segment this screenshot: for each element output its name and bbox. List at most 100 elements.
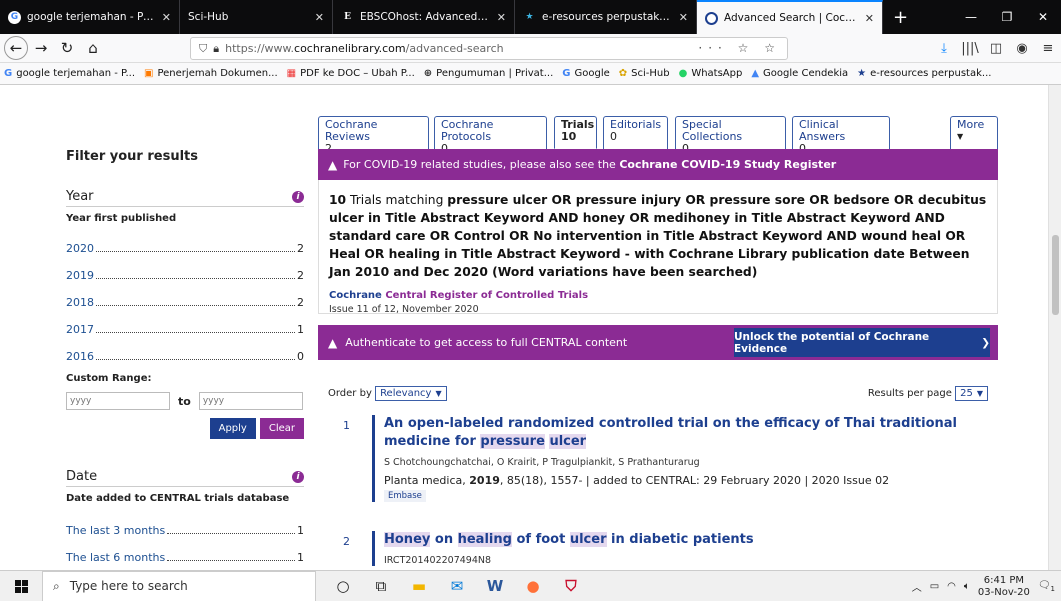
taskbar-search[interactable]: ⌕ Type here to search bbox=[42, 570, 316, 601]
bookmark-item[interactable]: ✿ Sci-Hub bbox=[619, 68, 670, 79]
browser-tab-google[interactable]: G google terjemahan - Penelusuri ✕ bbox=[0, 0, 180, 34]
title-highlight: healing bbox=[457, 532, 512, 547]
library-icon[interactable]: |||\ bbox=[957, 41, 983, 56]
order-by-select[interactable]: Relevancy ▼ bbox=[375, 386, 447, 401]
windows-start-icon[interactable] bbox=[0, 571, 42, 601]
filter-label[interactable]: 2017 bbox=[66, 323, 94, 336]
file-explorer-icon[interactable]: ▬ bbox=[406, 573, 432, 599]
notification-icon[interactable]: 🗨︎1 bbox=[1038, 580, 1055, 593]
tab-title: e-resources perpustakaan nasio bbox=[542, 11, 673, 23]
year-row-2018[interactable]: 2018 2 bbox=[66, 282, 304, 309]
bookmark-item[interactable]: ● WhatsApp bbox=[679, 68, 743, 79]
tab-trials[interactable]: Trials 10 bbox=[554, 116, 597, 149]
browser-tab-ebsco[interactable]: E EBSCOhost: Advanced Search ✕ bbox=[333, 0, 515, 34]
close-icon[interactable]: ✕ bbox=[679, 11, 688, 24]
browser-tab-scihub[interactable]: Sci-Hub ✕ bbox=[180, 0, 333, 34]
year-row-2016[interactable]: 2016 0 bbox=[66, 336, 304, 363]
results-per-page-select[interactable]: 25 ▼ bbox=[955, 386, 988, 401]
bookmark-label: Sci-Hub bbox=[631, 68, 670, 79]
forward-arrow-icon[interactable]: → bbox=[28, 35, 54, 61]
year-row-2020[interactable]: 2020 2 bbox=[66, 228, 304, 255]
account-icon[interactable]: ◉ bbox=[1009, 41, 1035, 56]
covid-register-link[interactable]: Cochrane COVID-19 Study Register bbox=[619, 158, 836, 171]
mail-icon[interactable]: ✉ bbox=[444, 573, 470, 599]
battery-icon[interactable]: ▭ bbox=[930, 581, 939, 592]
menu-icon[interactable]: ≡ bbox=[1035, 41, 1061, 56]
word-icon[interactable]: W bbox=[482, 573, 508, 599]
year-row-2019[interactable]: 2019 2 bbox=[66, 255, 304, 282]
volume-icon[interactable]: 🔈︎ bbox=[964, 581, 970, 592]
filter-label[interactable]: 2019 bbox=[66, 269, 94, 282]
year-to-input[interactable] bbox=[198, 392, 303, 410]
filter-label[interactable]: 2020 bbox=[66, 242, 94, 255]
ebsco-icon: E bbox=[344, 12, 351, 22]
chevron-up-icon[interactable]: ︿ bbox=[912, 579, 922, 594]
tab-clinical-answers[interactable]: Clinical Answers0 bbox=[792, 116, 890, 155]
source-journal: Planta medica, bbox=[384, 474, 470, 487]
apply-button[interactable]: Apply bbox=[209, 418, 256, 439]
bookmark-item[interactable]: ★ e-resources perpustak... bbox=[857, 68, 991, 79]
filter-label[interactable]: 2016 bbox=[66, 350, 94, 363]
firefox-icon[interactable]: ● bbox=[520, 573, 546, 599]
clock[interactable]: 6:41 PM 03-Nov-20 bbox=[978, 575, 1030, 599]
bookmark-item[interactable]: G Google bbox=[562, 68, 609, 79]
year-filter-header[interactable]: Year i bbox=[66, 189, 304, 207]
year-row-2017[interactable]: 2017 1 bbox=[66, 309, 304, 336]
cortana-icon[interactable]: ○ bbox=[330, 573, 356, 599]
title-highlight: ulcer bbox=[549, 434, 587, 449]
close-icon[interactable]: ✕ bbox=[162, 11, 171, 24]
close-icon[interactable]: ✕ bbox=[315, 11, 324, 24]
shield-icon[interactable]: ⛉ bbox=[199, 42, 207, 56]
lock-icon[interactable]: 🔒︎ bbox=[213, 42, 219, 56]
tab-more[interactable]: More ▼ bbox=[950, 116, 998, 149]
tab-editorials[interactable]: Editorials 0 bbox=[603, 116, 668, 149]
close-window-icon[interactable]: ✕ bbox=[1025, 0, 1061, 34]
bookmark-item[interactable]: ▦ PDF ke DOC – Ubah P... bbox=[287, 68, 415, 79]
result-title-link[interactable]: Honey on healing of foot ulcer in diabet… bbox=[384, 531, 982, 549]
tab-special-collections[interactable]: Special Collections0 bbox=[675, 116, 786, 155]
date-row-3-months[interactable]: The last 3 months 1 bbox=[66, 510, 304, 537]
bookmark-item[interactable]: Ggoogle terjemahan - P... bbox=[4, 68, 135, 79]
network-icon[interactable]: ◠ bbox=[947, 581, 956, 592]
tab-cochrane-protocols[interactable]: Cochrane Protocols0 bbox=[434, 116, 547, 155]
info-icon[interactable]: i bbox=[292, 470, 304, 483]
new-tab-button[interactable]: + bbox=[883, 0, 918, 34]
restore-icon[interactable]: ❐ bbox=[989, 0, 1025, 34]
info-icon[interactable]: i bbox=[292, 190, 304, 203]
close-icon[interactable]: ✕ bbox=[865, 12, 874, 25]
home-icon[interactable]: ⌂ bbox=[80, 35, 106, 61]
sidebar-icon[interactable]: ◫ bbox=[983, 41, 1009, 56]
year-from-input[interactable] bbox=[66, 392, 170, 410]
filter-count: 1 bbox=[297, 551, 304, 564]
tab-count: 0 bbox=[610, 130, 617, 143]
date-filter-header[interactable]: Date i bbox=[66, 469, 304, 487]
page-scrollbar[interactable] bbox=[1048, 85, 1061, 570]
browser-tab-eresources[interactable]: ★ e-resources perpustakaan nasio ✕ bbox=[515, 0, 697, 34]
filter-label[interactable]: 2018 bbox=[66, 296, 94, 309]
close-icon[interactable]: ✕ bbox=[497, 11, 506, 24]
date-row-6-months[interactable]: The last 6 months 1 bbox=[66, 537, 304, 564]
windows-taskbar: ⌕ Type here to search ○ ⧉ ▬ ✉ W ● ⛉ ︿ ▭ … bbox=[0, 570, 1061, 601]
filter-label[interactable]: The last 6 months bbox=[66, 551, 165, 564]
bookmark-item[interactable]: ▲ Google Cendekia bbox=[751, 68, 848, 79]
reload-icon[interactable]: ↻ bbox=[54, 35, 80, 61]
url-actions-icons[interactable]: ··· ☆ ☆ bbox=[698, 41, 781, 55]
filter-label[interactable]: The last 3 months bbox=[66, 524, 165, 537]
task-view-icon[interactable]: ⧉ bbox=[368, 573, 394, 599]
bookmark-item[interactable]: ⊕ Pengumuman | Privat... bbox=[424, 68, 554, 79]
bookmark-item[interactable]: ▣ Penerjemah Dokumen... bbox=[144, 68, 278, 79]
download-icon[interactable]: ⤓ bbox=[931, 41, 957, 56]
mcafee-icon[interactable]: ⛉ bbox=[558, 573, 584, 599]
scrollbar-thumb[interactable] bbox=[1052, 235, 1059, 315]
back-arrow-icon[interactable]: ← bbox=[4, 36, 28, 60]
minimize-icon[interactable]: — bbox=[953, 0, 989, 34]
database-name[interactable]: Cochrane Central Register of Controlled … bbox=[329, 290, 987, 301]
browser-tab-cochrane[interactable]: Advanced Search | Cochrane Li ✕ bbox=[697, 0, 883, 34]
tab-cochrane-reviews[interactable]: Cochrane Reviews2 bbox=[318, 116, 429, 155]
clear-button[interactable]: Clear bbox=[259, 418, 304, 439]
unlock-evidence-button[interactable]: Unlock the potential of Cochrane Evidenc… bbox=[734, 328, 990, 357]
filter-title: Filter your results bbox=[66, 149, 198, 164]
url-bar[interactable]: ⛉ 🔒︎ https://www. cochranelibrary.com/adv… bbox=[190, 37, 788, 60]
result-title-link[interactable]: An open-labeled randomized controlled tr… bbox=[384, 415, 982, 451]
dotted-leader bbox=[96, 251, 295, 252]
